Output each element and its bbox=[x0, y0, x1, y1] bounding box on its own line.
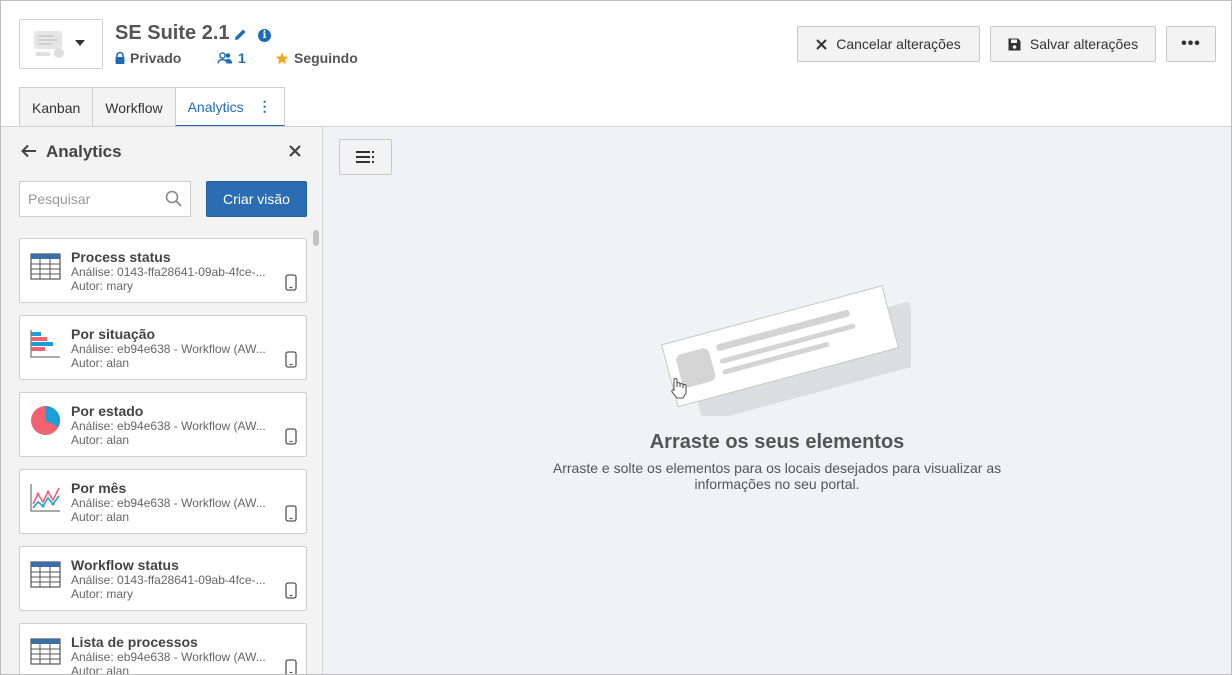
tab-bar: Kanban Workflow Analytics ⋮ bbox=[19, 87, 285, 127]
sidebar-scrollbar[interactable] bbox=[313, 230, 319, 246]
table-icon bbox=[30, 253, 61, 280]
list-item[interactable]: Lista de processos Análise: eb94e638 - W… bbox=[19, 623, 307, 675]
card-author: Autor: alan bbox=[71, 356, 130, 370]
close-sidebar-icon[interactable] bbox=[288, 144, 302, 158]
save-disk-icon bbox=[1008, 38, 1021, 50]
cancel-changes-button[interactable]: Cancelar alterações bbox=[797, 26, 980, 62]
more-options-button[interactable]: ••• bbox=[1166, 26, 1216, 62]
members-count[interactable]: 1 bbox=[217, 50, 246, 66]
users-icon bbox=[217, 52, 233, 64]
tab-analytics[interactable]: Analytics ⋮ bbox=[174, 87, 285, 127]
tab-options-kebab-icon[interactable]: ⋮ bbox=[258, 98, 272, 115]
list-item[interactable]: Por mês Análise: eb94e638 - Workflow (AW… bbox=[19, 469, 307, 534]
sidebar-title: Analytics bbox=[46, 142, 122, 161]
privacy-status: Privado bbox=[115, 50, 181, 66]
portal-logo-dropdown[interactable] bbox=[19, 19, 103, 69]
create-view-button[interactable]: Criar visão bbox=[206, 181, 307, 217]
card-author: Autor: alan bbox=[71, 510, 130, 524]
portal-logo-icon bbox=[34, 31, 64, 58]
more-options-icon: ••• bbox=[1181, 35, 1201, 52]
mobile-icon bbox=[285, 582, 297, 599]
list-menu-button[interactable] bbox=[339, 139, 392, 175]
card-author: Autor: mary bbox=[71, 279, 134, 293]
back-arrow-icon[interactable] bbox=[21, 144, 37, 158]
info-icon[interactable]: i bbox=[258, 29, 271, 42]
card-author: Autor: mary bbox=[71, 587, 134, 601]
list-item[interactable]: Workflow status Análise: 0143-ffa28641-0… bbox=[19, 546, 307, 611]
list-item[interactable]: Por estado Análise: eb94e638 - Workflow … bbox=[19, 392, 307, 457]
card-analysis: Análise: 0143-ffa28641-09ab-4fce-... bbox=[71, 573, 266, 587]
card-analysis: Análise: eb94e638 - Workflow (AW... bbox=[71, 419, 266, 433]
card-title: Por mês bbox=[71, 480, 127, 496]
mobile-icon bbox=[285, 505, 297, 522]
pie-chart-icon bbox=[31, 405, 61, 435]
chevron-down-icon bbox=[75, 40, 85, 46]
bar-chart-icon bbox=[30, 330, 60, 358]
edit-pencil-icon[interactable] bbox=[234, 28, 247, 41]
empty-state-description-line1: Arraste e solte os elementos para os loc… bbox=[552, 460, 1002, 476]
mobile-icon bbox=[285, 351, 297, 368]
card-author: Autor: alan bbox=[71, 664, 130, 675]
mobile-icon bbox=[285, 428, 297, 445]
page-title: SE Suite 2.1 bbox=[115, 22, 230, 44]
card-title: Lista de processos bbox=[71, 634, 198, 650]
mobile-icon bbox=[285, 659, 297, 674]
card-analysis: Análise: eb94e638 - Workflow (AW... bbox=[71, 496, 266, 510]
card-title: Por situação bbox=[71, 326, 156, 342]
card-title: Workflow status bbox=[71, 557, 179, 573]
tab-analytics-label: Analytics bbox=[187, 98, 244, 115]
table-icon bbox=[30, 638, 61, 665]
card-analysis: Análise: 0143-ffa28641-09ab-4fce-... bbox=[71, 265, 266, 279]
empty-state-description: Arraste e solte os elementos para os loc… bbox=[549, 460, 1005, 492]
card-title: Por estado bbox=[71, 403, 144, 419]
save-changes-label: Salvar alterações bbox=[1029, 36, 1139, 52]
empty-state-description-line2: informações no seu portal. bbox=[694, 476, 860, 492]
list-menu-icon bbox=[355, 151, 374, 163]
app-window: SE Suite 2.1 i Privado 1 Seguindo Cancel… bbox=[0, 0, 1232, 675]
mobile-icon bbox=[285, 274, 297, 291]
list-item[interactable]: Process status Análise: 0143-ffa28641-09… bbox=[19, 238, 307, 303]
close-icon bbox=[816, 38, 827, 50]
tab-workflow-label: Workflow bbox=[105, 99, 163, 116]
empty-state-title: Arraste os seus elementos bbox=[649, 431, 905, 453]
follow-status[interactable]: Seguindo bbox=[275, 50, 358, 66]
privacy-label: Privado bbox=[130, 50, 182, 66]
card-analysis: Análise: eb94e638 - Workflow (AW... bbox=[71, 342, 266, 356]
save-changes-button[interactable]: Salvar alterações bbox=[990, 26, 1156, 62]
list-item[interactable]: Por situação Análise: eb94e638 - Workflo… bbox=[19, 315, 307, 380]
card-author: Autor: alan bbox=[71, 433, 130, 447]
follow-label: Seguindo bbox=[294, 50, 358, 66]
tab-workflow[interactable]: Workflow bbox=[92, 87, 176, 127]
drag-elements-illustration bbox=[661, 285, 911, 416]
card-analysis: Análise: eb94e638 - Workflow (AW... bbox=[71, 650, 266, 664]
tab-kanban-label: Kanban bbox=[32, 99, 81, 116]
table-icon bbox=[30, 561, 61, 588]
star-icon bbox=[275, 52, 289, 64]
lock-icon bbox=[115, 52, 125, 64]
cancel-changes-label: Cancelar alterações bbox=[836, 36, 961, 52]
tab-kanban[interactable]: Kanban bbox=[19, 87, 94, 127]
create-view-label: Criar visão bbox=[223, 191, 290, 207]
line-chart-icon bbox=[30, 484, 60, 512]
members-number: 1 bbox=[238, 50, 246, 66]
search-icon[interactable] bbox=[165, 190, 182, 207]
card-title: Process status bbox=[71, 249, 171, 265]
